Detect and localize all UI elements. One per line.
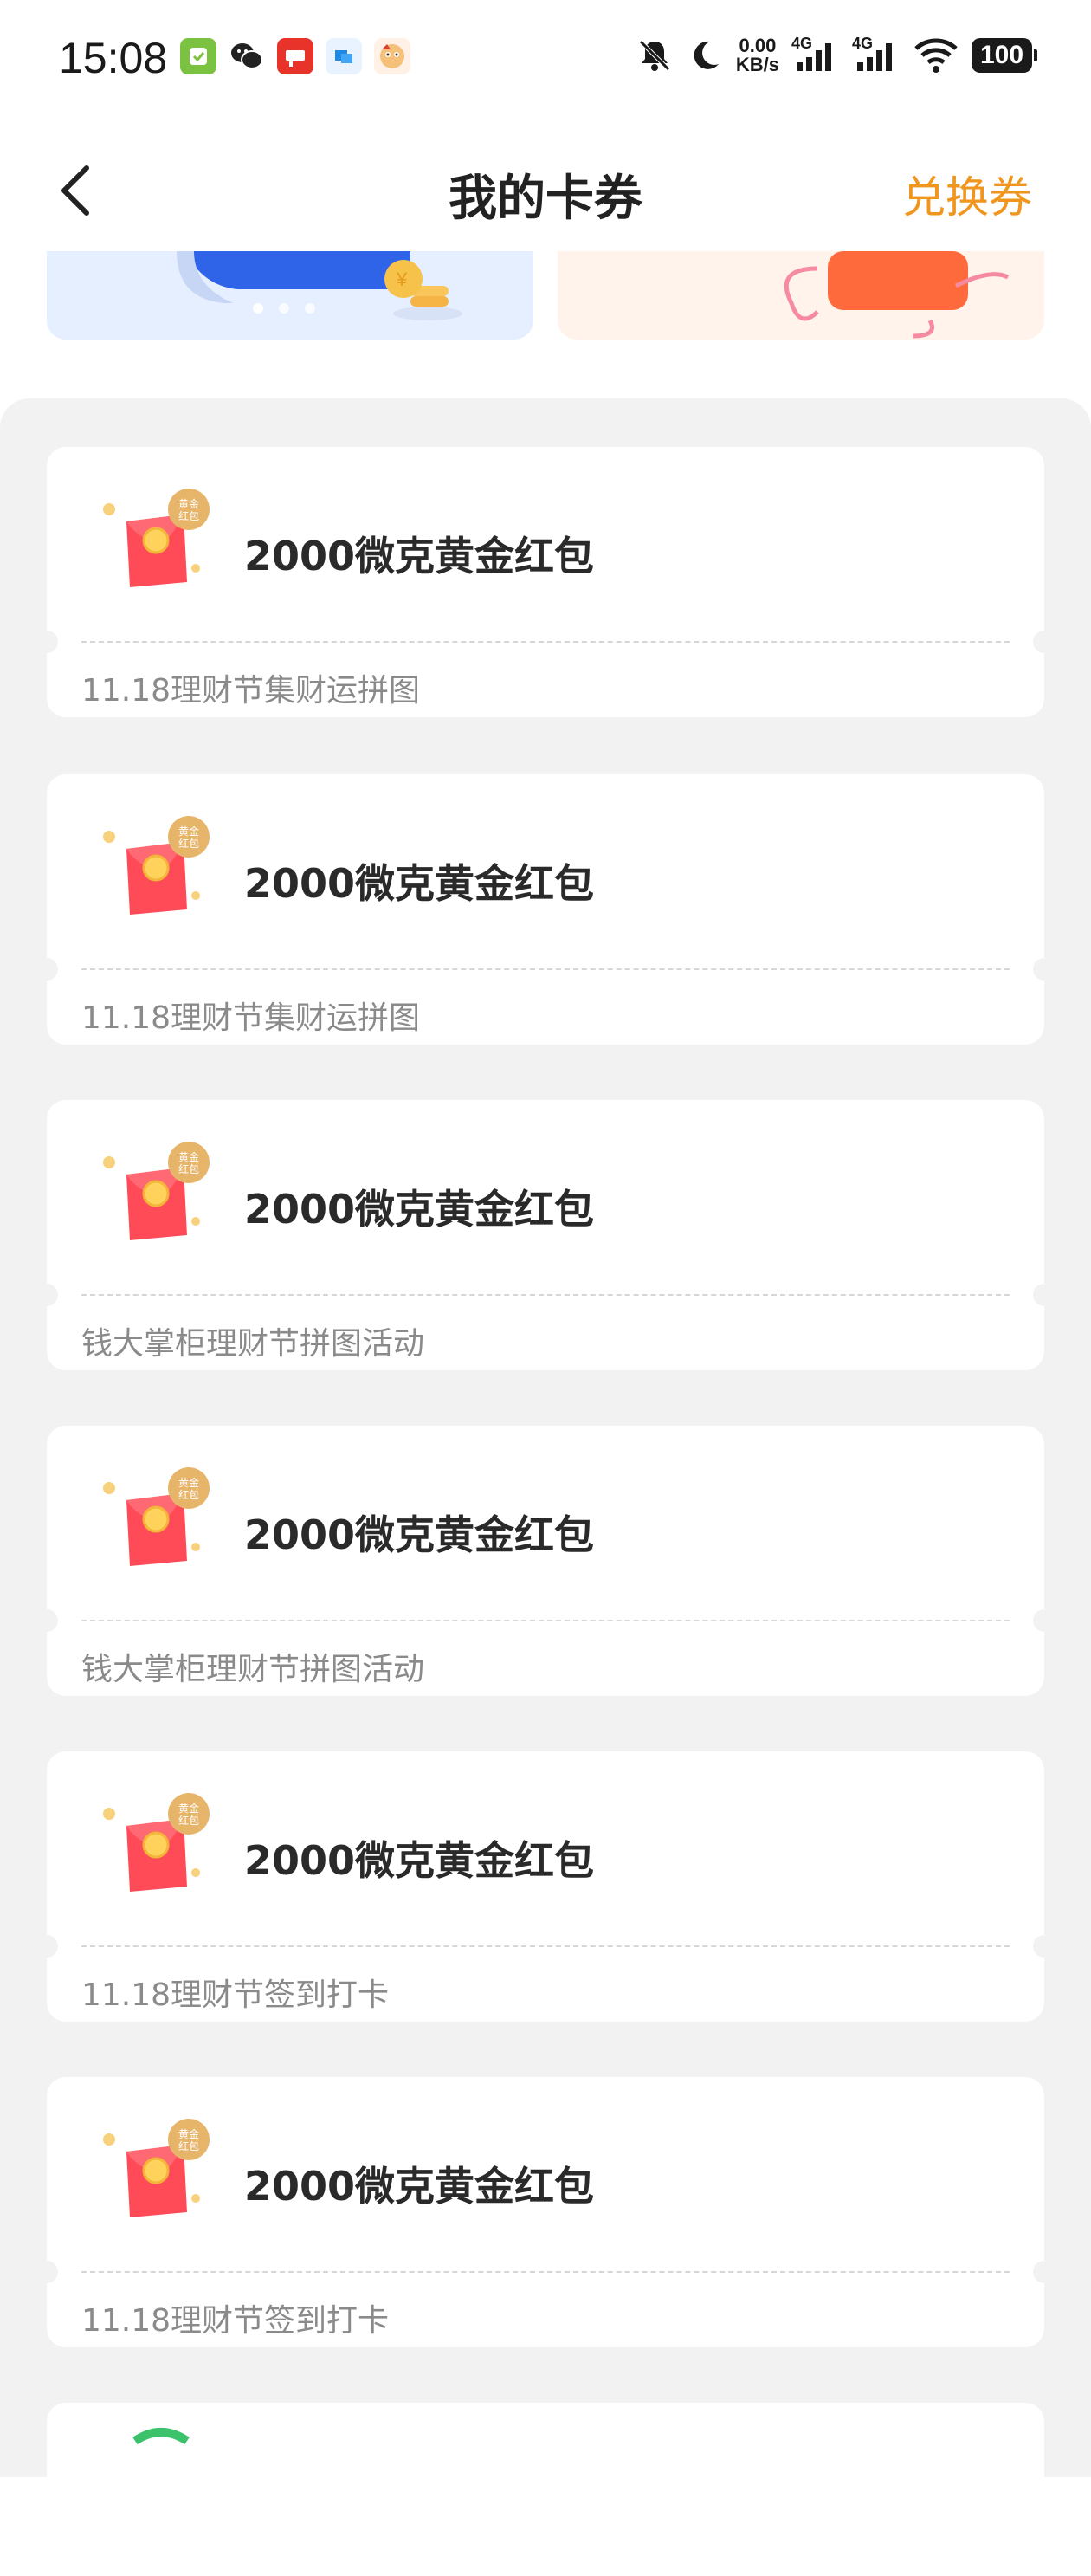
coupon-divider	[81, 641, 1010, 643]
coupon-icon-partial	[132, 2428, 190, 2445]
mute-bell-icon	[639, 40, 670, 71]
coupon-source: 11.18理财节集财运拼图	[81, 1000, 421, 1036]
ticket-notch	[36, 1609, 58, 1632]
coupon-title: 2000微克黄金红包	[244, 1837, 595, 1884]
coupon-card[interactable]: 黄金 红包 2000微克黄金红包 钱大掌柜理财节拼图活动	[36, 1100, 1055, 1370]
network-speed-value: 0.00	[739, 35, 777, 56]
coupon-source: 11.18理财节签到打卡	[81, 2303, 390, 2339]
coupon-title: 2000微克黄金红包	[244, 533, 595, 579]
network-speed-unit: KB/s	[735, 54, 779, 75]
wechat-icon	[229, 38, 265, 74]
promo-banner-right[interactable]	[558, 251, 1044, 340]
red-envelope-icon: 黄金 红包	[100, 485, 222, 598]
ticket-notch	[36, 1284, 58, 1306]
svg-text:红包: 红包	[178, 1814, 199, 1827]
ticket-notch	[36, 2261, 58, 2283]
gift-box-illustration	[784, 251, 1010, 339]
carousel-dot[interactable]	[279, 303, 289, 314]
do-not-disturb-moon-icon	[694, 41, 719, 69]
coupon-divider	[81, 2271, 1010, 2273]
message-app-icon	[326, 38, 362, 74]
status-bar: 15:08 0.00 KB/s 4G 4G 100	[0, 0, 1091, 117]
coupon-source: 11.18理财节集财运拼图	[81, 673, 421, 709]
coupon-title: 2000微克黄金红包	[244, 2163, 595, 2210]
notification-app-icons	[180, 38, 410, 74]
carousel-dot[interactable]	[253, 303, 263, 314]
coupon-title: 2000微克黄金红包	[244, 1511, 595, 1558]
app-store-icon	[277, 38, 313, 74]
navigation-bar: 我的卡券 兑换券	[0, 130, 1091, 251]
ticket-notch	[36, 1935, 58, 1958]
coupon-card-partial[interactable]	[47, 2403, 1044, 2576]
coupon-divider	[81, 1620, 1010, 1621]
svg-text:红包: 红包	[178, 1162, 199, 1175]
coupon-source: 11.18理财节签到打卡	[81, 1977, 390, 2013]
battery-indicator: 100	[972, 38, 1037, 73]
svg-text:¥: ¥	[396, 269, 408, 290]
signal-2: 4G	[852, 35, 901, 76]
redeem-voucher-link[interactable]: 兑换券	[902, 163, 1032, 225]
promo-banner-left[interactable]: ¥	[47, 251, 533, 340]
coupon-title: 2000微克黄金红包	[244, 1186, 595, 1233]
coupon-card[interactable]: 黄金 红包 2000微克黄金红包 11.18理财节集财运拼图	[36, 447, 1055, 717]
svg-text:红包: 红包	[178, 1488, 199, 1501]
signal-1: 4G	[791, 35, 840, 76]
game-app-icon	[374, 38, 410, 74]
coupon-badge-line1: 黄金	[178, 497, 199, 510]
coupon-source: 钱大掌柜理财节拼图活动	[81, 1326, 425, 1362]
signal-bars-icon	[797, 43, 831, 71]
ticket-notch	[1033, 2261, 1055, 2283]
svg-text:黄金: 黄金	[178, 825, 199, 838]
svg-text:黄金: 黄金	[178, 1802, 199, 1815]
coupon-divider	[81, 968, 1010, 970]
svg-text:黄金: 黄金	[178, 2127, 199, 2140]
coupon-card[interactable]: 黄金 红包 2000微克黄金红包 11.18理财节签到打卡	[36, 1751, 1055, 2022]
shield-coin-illustration: ¥	[177, 251, 462, 320]
ticket-notch	[1033, 1935, 1055, 1958]
coupon-source: 钱大掌柜理财节拼图活动	[81, 1652, 425, 1687]
coupon-badge-line2: 红包	[178, 509, 199, 522]
coupon-list: 黄金 红包 2000微克黄金红包 11.18理财节集财运拼图 黄金 红包 200…	[0, 398, 1091, 2576]
status-time: 15:08	[59, 34, 168, 82]
coupon-card[interactable]: 黄金 红包 2000微克黄金红包 11.18理财节签到打卡	[36, 2077, 1055, 2347]
system-status-icons: 0.00 KB/s 4G 4G 100	[636, 35, 1037, 76]
svg-text:红包: 红包	[178, 2139, 199, 2152]
red-envelope-icon: 黄金 红包	[100, 1138, 222, 1251]
carousel-dot[interactable]	[305, 303, 315, 314]
carousel-indicator	[253, 303, 315, 314]
ticket-notch	[1033, 1284, 1055, 1306]
coupon-divider	[81, 1945, 1010, 1947]
red-envelope-icon: 黄金 红包	[100, 812, 222, 925]
wechat-pay-icon	[180, 38, 216, 74]
coupon-card[interactable]: 黄金 红包 2000微克黄金红包 钱大掌柜理财节拼图活动	[36, 1426, 1055, 1696]
coupon-card[interactable]: 黄金 红包 2000微克黄金红包 11.18理财节集财运拼图	[36, 774, 1055, 1045]
wifi-icon	[914, 38, 958, 73]
ticket-notch	[36, 631, 58, 653]
svg-text:黄金: 黄金	[178, 1476, 199, 1489]
svg-text:黄金: 黄金	[178, 1150, 199, 1163]
coupon-title: 2000微克黄金红包	[244, 860, 595, 907]
red-envelope-icon: 黄金 红包	[100, 1464, 222, 1576]
ticket-notch	[1033, 1609, 1055, 1632]
signal-bars-icon	[857, 43, 892, 71]
coupon-divider	[81, 1294, 1010, 1296]
ticket-notch	[36, 958, 58, 981]
ticket-notch	[1033, 631, 1055, 653]
svg-text:红包: 红包	[178, 837, 199, 850]
red-envelope-icon: 黄金 红包	[100, 2115, 222, 2228]
red-envelope-icon: 黄金 红包	[100, 1790, 222, 1902]
ticket-notch	[1033, 958, 1055, 981]
network-speed: 0.00 KB/s	[736, 36, 779, 74]
